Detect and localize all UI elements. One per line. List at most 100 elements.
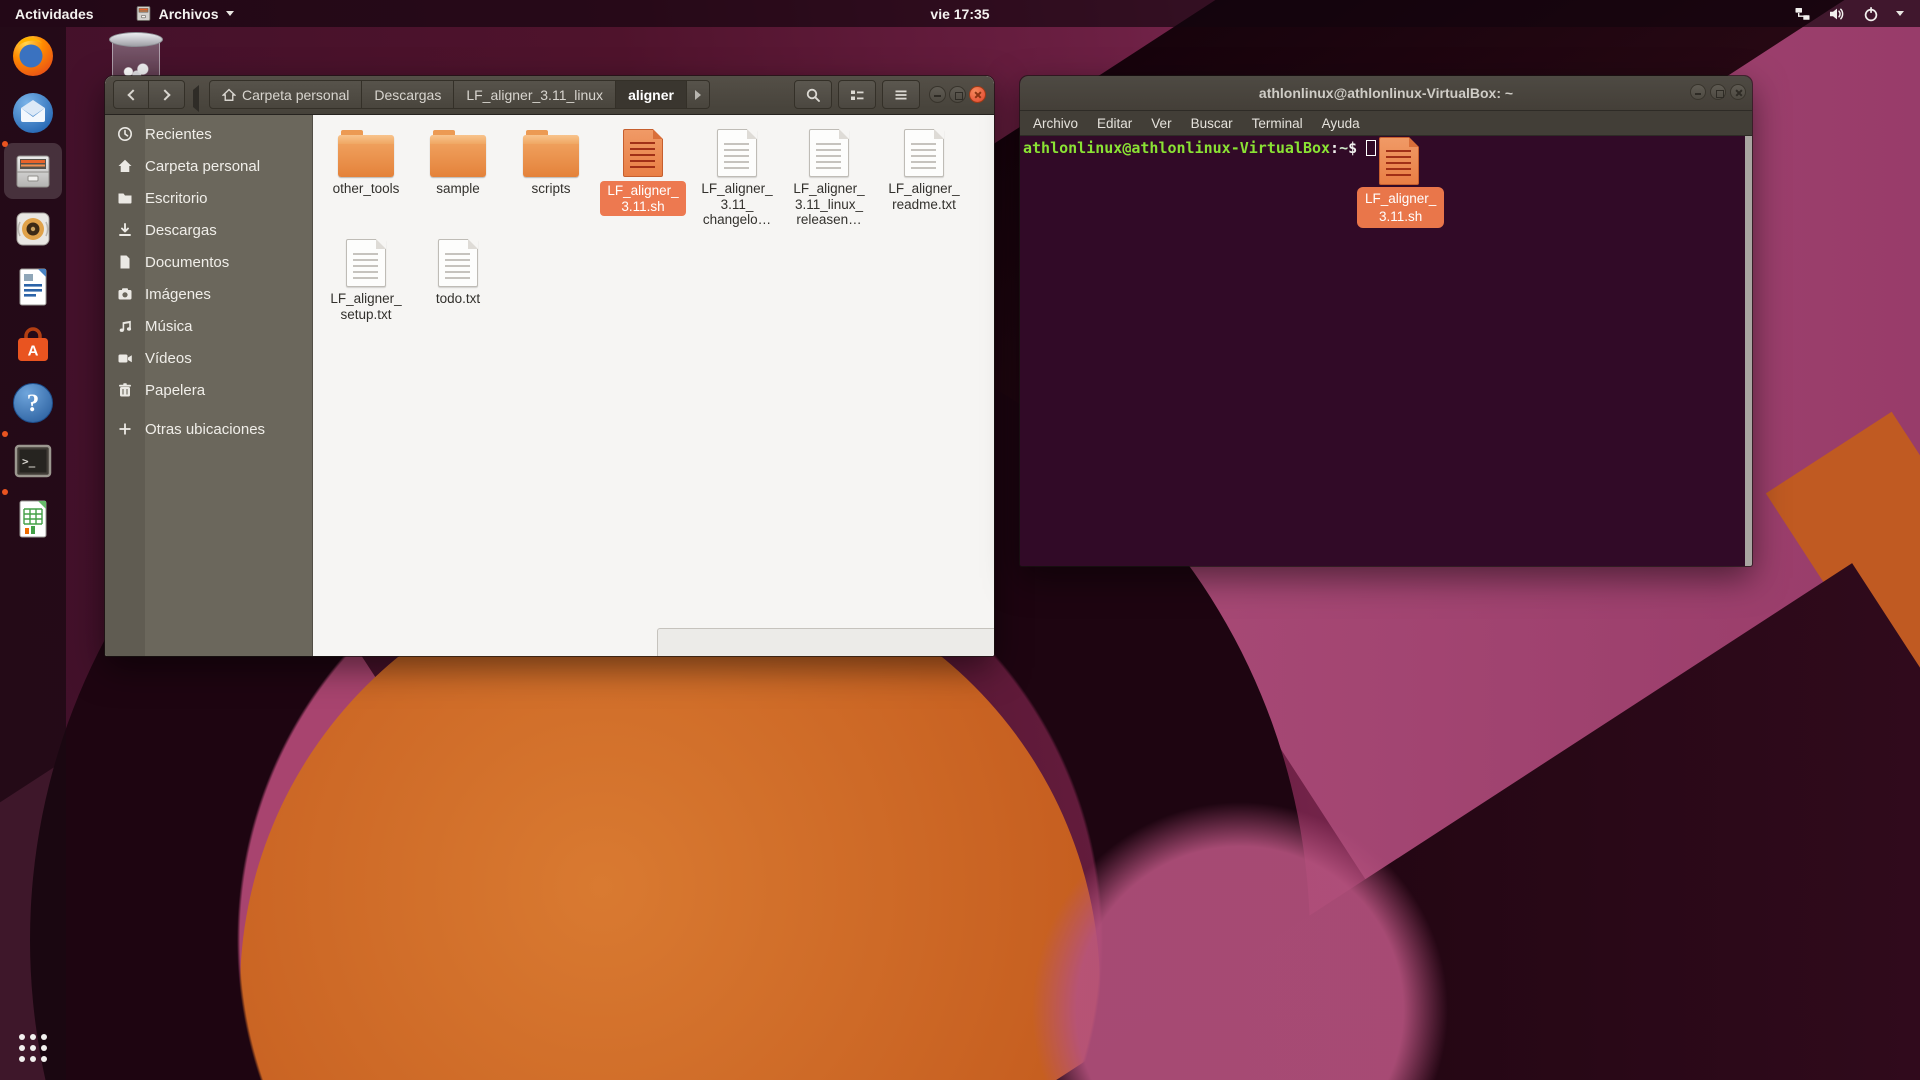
sidebar-item-imagenes[interactable]: Imágenes: [105, 278, 312, 310]
sidebar-item-label: Papelera: [145, 382, 205, 399]
sidebar-item-label: Carpeta personal: [145, 158, 260, 175]
sidebar-item-musica[interactable]: Música: [105, 310, 312, 342]
dock-item-rhythmbox[interactable]: [9, 205, 57, 253]
sidebar-item-recientes[interactable]: Recientes: [105, 118, 312, 150]
terminal-title: athlonlinux@athlonlinux-VirtualBox: ~: [1259, 85, 1513, 101]
file-item-changelog[interactable]: LF_aligner_ 3.11_ changelo…: [691, 125, 783, 228]
breadcrumb-lf-aligner-folder[interactable]: LF_aligner_3.11_linux: [454, 80, 616, 109]
file-item-readme[interactable]: LF_aligner_ readme.txt: [878, 125, 970, 212]
terminal-scrollbar[interactable]: [1745, 136, 1752, 566]
dock-item-help[interactable]: ?: [9, 379, 57, 427]
menu-button[interactable]: [882, 80, 920, 109]
libreoffice-writer-icon: [9, 263, 57, 311]
folder-icon: [430, 135, 486, 177]
terminal-screen[interactable]: athlonlinux@athlonlinux-VirtualBox:~$ LF…: [1020, 136, 1752, 566]
music-icon: [105, 318, 145, 334]
menu-ayuda[interactable]: Ayuda: [1322, 116, 1360, 131]
show-applications-button[interactable]: [17, 1032, 49, 1064]
dock-item-firefox[interactable]: [9, 31, 57, 79]
file-label: sample: [412, 181, 504, 197]
dock-item-terminal[interactable]: >_: [9, 437, 57, 485]
sidebar-item-otras-ubicaciones[interactable]: Otras ubicaciones: [105, 413, 312, 445]
text-file-icon: [346, 239, 386, 287]
sidebar-item-descargas[interactable]: Descargas: [105, 214, 312, 246]
clock-label: vie 17:35: [930, 6, 989, 22]
close-button[interactable]: [969, 86, 986, 103]
running-indicator: [2, 489, 8, 495]
sidebar-item-documentos[interactable]: Documentos: [105, 246, 312, 278]
download-icon: [105, 222, 145, 238]
file-item-todo[interactable]: todo.txt: [412, 235, 504, 307]
network-icon: [1794, 6, 1811, 22]
file-item-setup[interactable]: LF_aligner_ setup.txt: [320, 235, 412, 322]
file-item-releasenotes[interactable]: LF_aligner_ 3.11_linux_ releasen…: [783, 125, 875, 228]
clock[interactable]: vie 17:35: [0, 6, 1920, 22]
search-icon: [805, 87, 821, 103]
menu-ver[interactable]: Ver: [1151, 116, 1171, 131]
pathbar-scroll-left-button[interactable]: [193, 90, 199, 108]
file-label: todo.txt: [412, 291, 504, 307]
file-item-sample[interactable]: sample: [412, 125, 504, 197]
menu-archivo[interactable]: Archivo: [1033, 116, 1078, 131]
folder-icon: [338, 135, 394, 177]
breadcrumb-overflow[interactable]: [687, 80, 710, 109]
dock-item-libreoffice-writer[interactable]: [9, 263, 57, 311]
top-bar: Actividades Archivos vie 17:35: [0, 0, 1920, 27]
sidebar-item-label: Descargas: [145, 222, 217, 239]
dock-item-libreoffice-calc[interactable]: [9, 495, 57, 543]
app-menu-button[interactable]: Archivos: [125, 0, 244, 27]
breadcrumb-label: Carpeta personal: [242, 87, 349, 103]
breadcrumb-descargas[interactable]: Descargas: [362, 80, 454, 109]
hamburger-icon: [893, 87, 909, 103]
prompt-colon: :: [1330, 139, 1339, 157]
menu-editar[interactable]: Editar: [1097, 116, 1132, 131]
plus-icon: [105, 421, 145, 437]
files-window: Carpeta personal Descargas LF_aligner_3.…: [105, 76, 994, 656]
breadcrumb: Carpeta personal Descargas LF_aligner_3.…: [209, 80, 710, 109]
files-toolbar[interactable]: Carpeta personal Descargas LF_aligner_3.…: [105, 76, 994, 115]
file-label: LF_aligner_ 3.11_linux_ releasen…: [783, 181, 875, 228]
dock-item-ubuntu-software[interactable]: A: [9, 321, 57, 369]
files-app-icon: [135, 5, 152, 22]
activities-button[interactable]: Actividades: [0, 0, 109, 27]
forward-button[interactable]: [149, 80, 185, 109]
breadcrumb-label: LF_aligner_3.11_linux: [466, 87, 603, 103]
chevron-down-icon: [1896, 11, 1904, 16]
sidebar-item-label: Vídeos: [145, 350, 192, 367]
file-item-other-tools[interactable]: other_tools: [320, 125, 412, 197]
terminal-menubar: Archivo Editar Ver Buscar Terminal Ayuda: [1020, 111, 1752, 136]
close-button[interactable]: [1730, 84, 1746, 100]
maximize-icon: [1716, 90, 1724, 98]
ubuntu-software-icon: A: [9, 321, 57, 369]
svg-text:?: ?: [27, 390, 40, 417]
menu-buscar[interactable]: Buscar: [1191, 116, 1233, 131]
breadcrumb-home[interactable]: Carpeta personal: [209, 80, 362, 109]
system-status-area[interactable]: [1794, 6, 1920, 22]
maximize-button[interactable]: [1710, 84, 1726, 100]
folder-icon: [523, 135, 579, 177]
file-label: other_tools: [320, 181, 412, 197]
sidebar-item-label: Documentos: [145, 254, 229, 271]
search-button[interactable]: [794, 80, 832, 109]
back-button[interactable]: [113, 80, 149, 109]
triangle-left-icon: [193, 85, 199, 112]
files-grid[interactable]: other_tools sample scripts LF_aligner_ 3…: [313, 115, 994, 656]
sidebar-item-escritorio[interactable]: Escritorio: [105, 182, 312, 214]
terminal-window: athlonlinux@athlonlinux-VirtualBox: ~ Ar…: [1020, 76, 1752, 566]
minimize-button[interactable]: [929, 86, 946, 103]
dock-item-files[interactable]: [9, 147, 57, 195]
svg-text:>_: >_: [22, 455, 36, 468]
minimize-button[interactable]: [1690, 84, 1706, 100]
file-item-scripts[interactable]: scripts: [505, 125, 597, 197]
sidebar-item-videos[interactable]: Vídeos: [105, 342, 312, 374]
menu-terminal[interactable]: Terminal: [1252, 116, 1303, 131]
file-item-lf-aligner-sh-selected[interactable]: LF_aligner_ 3.11.sh: [597, 125, 689, 216]
dock-item-thunderbird[interactable]: [9, 89, 57, 137]
view-toggle-button[interactable]: [838, 80, 876, 109]
sidebar-item-carpeta-personal[interactable]: Carpeta personal: [105, 150, 312, 182]
maximize-button[interactable]: [949, 86, 966, 103]
svg-text:A: A: [28, 343, 39, 360]
sidebar-item-papelera[interactable]: Papelera: [105, 374, 312, 406]
breadcrumb-aligner-current[interactable]: aligner: [616, 80, 687, 109]
terminal-titlebar[interactable]: athlonlinux@athlonlinux-VirtualBox: ~: [1020, 76, 1752, 111]
